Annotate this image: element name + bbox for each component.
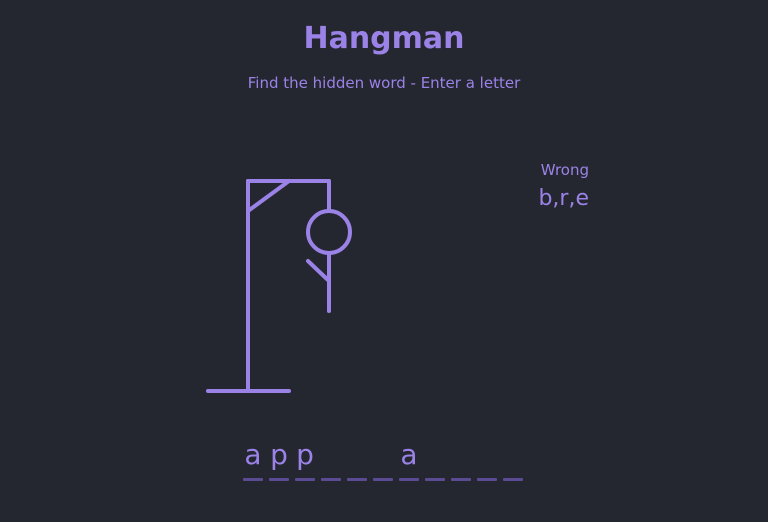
- letter-slot: p: [295, 436, 315, 482]
- letter-slot: [321, 436, 341, 482]
- hangman-head: [306, 209, 352, 255]
- letter-slot-underline: [269, 478, 289, 481]
- letter-slot: [425, 436, 445, 482]
- letter-slot: [451, 436, 471, 482]
- game-instructions: Find the hidden word - Enter a letter: [247, 74, 521, 92]
- letter-slot-underline: [399, 478, 419, 481]
- game-screen: Hangman Find the hidden word - Enter a l…: [0, 0, 768, 522]
- hangman-figure: [206, 179, 352, 393]
- letter-slot: [477, 436, 497, 482]
- game-title: Hangman: [303, 21, 465, 56]
- gallows-brace: [246, 179, 291, 213]
- letter-slot: a: [399, 436, 419, 482]
- letter-slot: a: [243, 436, 263, 482]
- letter-slot-underline: [451, 478, 471, 481]
- letter-slot-underline: [425, 478, 445, 481]
- letter-slot-underline: [503, 478, 523, 481]
- letter-slot-underline: [295, 478, 315, 481]
- letter-slot: p: [269, 436, 289, 482]
- wrong-guesses-panel: Wrong b,r,e: [500, 160, 589, 214]
- letter-slot-char: a: [400, 438, 418, 471]
- letter-slot-char: a: [244, 438, 262, 471]
- letter-slot-underline: [347, 478, 367, 481]
- letter-slot-char: p: [270, 438, 288, 471]
- letter-slot: [373, 436, 393, 482]
- wrong-guesses-letters: b,r,e: [538, 186, 589, 211]
- letter-slot-underline: [243, 478, 263, 481]
- wrong-guesses-label: Wrong: [540, 161, 589, 179]
- hangman-left-arm: [306, 259, 331, 283]
- hidden-word: appa: [243, 436, 523, 482]
- letter-slot-underline: [373, 478, 393, 481]
- letter-slot-char: p: [296, 438, 314, 471]
- letter-slot: [347, 436, 367, 482]
- letter-slot: [503, 436, 523, 482]
- letter-slot-underline: [477, 478, 497, 481]
- letter-slot-underline: [321, 478, 341, 481]
